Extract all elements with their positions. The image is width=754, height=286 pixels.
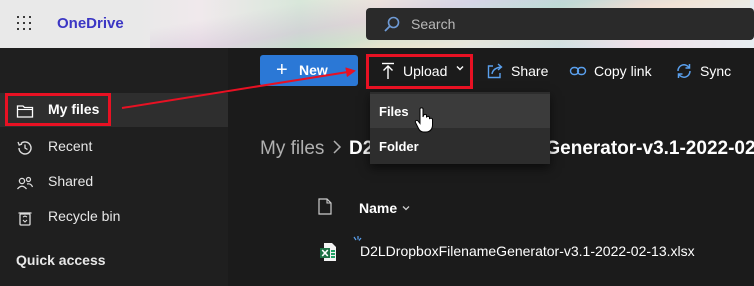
quick-access-heading[interactable]: Quick access <box>16 252 106 268</box>
file-name[interactable]: D2LDropboxFilenameGenerator-v3.1-2022-02… <box>360 243 695 259</box>
history-icon <box>17 141 32 155</box>
sync-icon <box>677 64 691 78</box>
upload-menu: Files Folder <box>370 92 550 164</box>
copy-link-button[interactable]: Copy link <box>569 55 659 86</box>
new-button-label: New <box>299 62 328 78</box>
sidebar-item-label: Recycle bin <box>48 208 121 224</box>
chevron-right-icon <box>333 140 342 154</box>
search-icon <box>384 16 400 32</box>
new-button[interactable]: + New <box>260 55 358 86</box>
column-header-name[interactable]: Name <box>359 200 397 216</box>
sidebar-item-recycle-bin[interactable]: Recycle bin <box>0 200 228 234</box>
app-title[interactable]: OneDrive <box>57 15 124 32</box>
top-bar: OneDrive Search <box>0 0 754 48</box>
menu-item-files[interactable]: Files <box>370 94 550 128</box>
copy-link-button-label: Copy link <box>594 63 652 79</box>
breadcrumb-root[interactable]: My files <box>260 138 324 160</box>
sidebar-item-recent[interactable]: Recent <box>0 130 228 164</box>
people-icon <box>16 176 34 190</box>
app-launcher-icon[interactable] <box>17 16 31 30</box>
annotation-box-upload <box>366 54 473 89</box>
share-button-label: Share <box>511 63 549 79</box>
plus-icon: + <box>276 59 288 81</box>
recycle-bin-icon <box>18 212 32 226</box>
sort-chevron-icon[interactable] <box>402 204 410 212</box>
sidebar-item-label: Recent <box>48 138 93 154</box>
file-type-icon[interactable] <box>318 198 332 215</box>
link-icon <box>569 66 587 76</box>
share-icon <box>487 63 503 79</box>
sidebar-item-shared[interactable]: Shared <box>0 165 228 199</box>
menu-item-label: Folder <box>379 139 419 154</box>
share-button[interactable]: Share <box>486 55 552 86</box>
sidebar-item-label: Shared <box>48 173 94 189</box>
sync-button[interactable]: Sync <box>675 55 735 86</box>
annotation-box-my-files <box>5 93 111 126</box>
excel-file-icon <box>320 243 336 261</box>
search-placeholder[interactable]: Search <box>411 16 455 32</box>
sidebar: My files Recent Shared Recycle bin Quick… <box>0 48 228 286</box>
table-row[interactable]: D2LDropboxFilenameGenerator-v3.1-2022-02… <box>300 232 754 270</box>
hand-cursor-icon <box>414 107 433 133</box>
menu-item-label: Files <box>379 104 409 119</box>
search-box[interactable]: Search <box>366 8 754 40</box>
sync-button-label: Sync <box>700 63 732 79</box>
menu-item-folder[interactable]: Folder <box>370 129 550 163</box>
